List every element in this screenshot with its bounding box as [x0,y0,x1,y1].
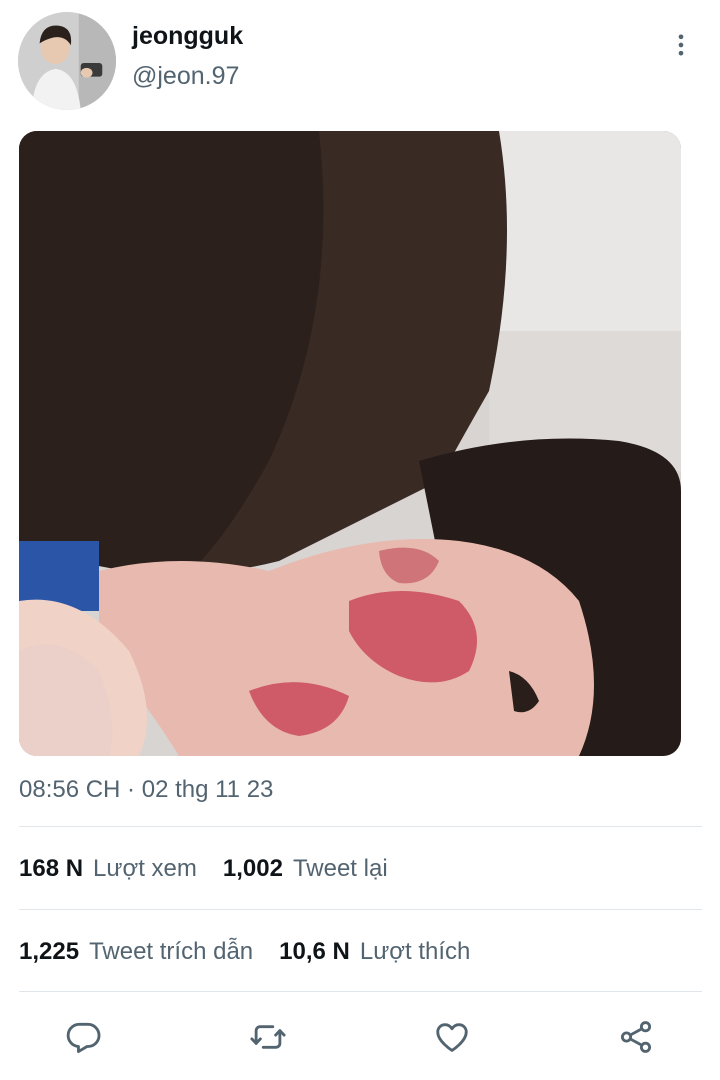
tweet-header: jeongguk @jeon.97 [0,0,720,120]
stats-row-2: 1,225 Tweet trích dẫn 10,6 N Lượt thích [19,932,496,972]
avatar[interactable] [18,12,116,110]
heart-icon [436,1023,468,1052]
retweets-label: Tweet lại [292,855,388,882]
views-count: 168 N [19,855,84,882]
photo-image [19,131,681,756]
reply-button[interactable] [60,1010,108,1064]
like-button[interactable] [428,1010,476,1064]
share-button[interactable] [612,1010,660,1064]
likes-count: 10,6 N [279,938,350,965]
share-icon [620,1021,652,1053]
views-label: Lượt xem [93,855,197,882]
quotes-label: Tweet trích dẫn [89,938,254,965]
likes-label: Lượt thích [359,938,471,965]
quotes-stat[interactable]: 1,225 Tweet trích dẫn [19,938,253,966]
retweets-count: 1,002 [222,855,283,882]
avatar-image [18,12,116,110]
divider [19,909,702,910]
quotes-count: 1,225 [19,938,80,965]
retweet-icon [250,1025,286,1049]
display-name[interactable]: jeongguk [132,22,243,51]
action-bar [0,1010,720,1066]
more-options-button[interactable] [664,28,698,62]
retweets-stat[interactable]: 1,002 Tweet lại [223,855,388,883]
reply-icon [66,1022,101,1053]
views-stat[interactable]: 168 N Lượt xem [19,855,197,883]
retweet-button[interactable] [244,1010,292,1064]
more-vertical-icon [678,34,684,56]
divider [19,826,702,827]
divider [19,991,702,992]
likes-stat[interactable]: 10,6 N Lượt thích [279,938,470,966]
user-handle[interactable]: @jeon.97 [132,62,239,91]
tweet-photo[interactable] [19,131,681,756]
tweet-timestamp[interactable]: 08:56 CH · 02 thg 11 23 [19,776,273,804]
stats-row-1: 168 N Lượt xem 1,002 Tweet lại [19,849,414,889]
